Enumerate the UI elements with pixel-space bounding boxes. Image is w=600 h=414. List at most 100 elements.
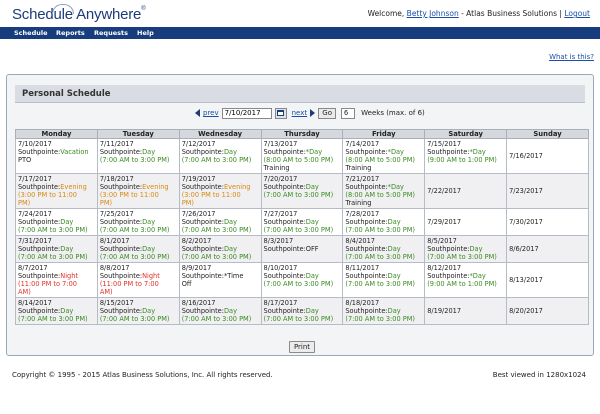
week-row: 7/17/2017 Southpointe:Evening (3:00 PM to … (15, 173, 589, 209)
shift-text: Evening (223, 183, 251, 191)
nav-schedule[interactable]: Schedule (14, 27, 48, 39)
nav-reports[interactable]: Reports (56, 27, 85, 39)
day-cell[interactable]: 7/12/2017 Southpointe:Day (7:00 AM to 3:00… (178, 138, 262, 174)
day-cell[interactable]: 8/20/2017 (506, 297, 589, 325)
weeks-input[interactable] (341, 107, 356, 119)
shift-text: Day (223, 218, 237, 226)
shift-text: Southpointe: (181, 218, 224, 226)
day-cell[interactable]: 8/17/2017 Southpointe:Day (7:00 AM to 3:00… (260, 297, 344, 325)
day-cell[interactable]: 8/18/2017 Southpointe:Day (7:00 AM to 3:00… (342, 297, 426, 325)
day-cell[interactable]: 8/19/2017 (424, 297, 508, 325)
panel-title: Personal Schedule (15, 85, 585, 103)
prev-link[interactable]: prev (203, 109, 219, 117)
what-is-this-link[interactable]: What is this? (549, 53, 594, 61)
shift-text: Evening (142, 183, 169, 191)
shift-text: Day (142, 245, 156, 253)
day-cell[interactable]: 8/16/2017 Southpointe:Day (7:00 AM to 3:00… (178, 297, 262, 325)
shift-text: Day (387, 307, 401, 315)
day-cell[interactable]: 7/14/2017 Southpointe:*Day (8:00 AM to 5:0… (342, 138, 426, 174)
shift-text: Day (387, 272, 401, 280)
day-cell[interactable]: 7/24/2017 Southpointe:Day (7:00 AM to 3:00… (15, 208, 98, 236)
logout-link[interactable]: Logout (564, 9, 590, 18)
day-cell[interactable]: 7/31/2017 Southpointe:Day (7:00 AM to 3:00… (15, 235, 98, 263)
shift-text: *Day (469, 148, 486, 156)
day-cell[interactable]: 7/22/2017 (424, 173, 508, 209)
day-cell[interactable]: 7/16/2017 (506, 138, 589, 174)
day-cell[interactable]: 8/3/2017 Southpointe:OFF (260, 235, 344, 263)
cell-date: 7/20/2017 (263, 175, 298, 183)
day-cell[interactable]: 8/15/2017 Southpointe:Day (7:00 AM to 3:00… (96, 297, 180, 325)
shift-text: (7:00 AM to 3:00 PM) (345, 226, 416, 234)
calendar-button[interactable] (274, 107, 287, 119)
nav-requests[interactable]: Requests (94, 27, 128, 39)
day-cell[interactable]: 7/20/2017 Southpointe:Day (7:00 AM to 3:00… (260, 173, 344, 209)
cell-date: 8/10/2017 (263, 264, 298, 272)
day-cell[interactable]: 7/11/2017 Southpointe:Day (7:00 AM to 3:00… (96, 138, 180, 174)
shift-text: (3:00 PM to 11:00 (99, 191, 159, 199)
cell-date: 8/6/2017 (509, 245, 539, 253)
nav-help[interactable]: Help (137, 27, 154, 39)
day-cell[interactable]: 8/1/2017 Southpointe:Day (7:00 AM to 3:00 … (96, 235, 180, 263)
day-cell[interactable]: 8/8/2017 Southpointe:Night (11:00 PM to 7:… (96, 262, 180, 298)
day-cell[interactable]: 8/9/2017 Southpointe:*Time Off (178, 262, 262, 298)
day-cell[interactable]: 8/11/2017 Southpointe:Day (7:00 AM to 3:00… (342, 262, 426, 298)
shift-text: Southpointe: (18, 218, 61, 226)
day-cell[interactable]: 7/10/2017 Southpointe:Vacation PTO (15, 138, 98, 174)
day-header-sunday: Sunday (506, 129, 589, 139)
day-cell[interactable]: 7/18/2017 Southpointe:Evening (3:00 PM to … (96, 173, 180, 209)
schedule-body: 7/10/2017 Southpointe:Vacation PTO 7/11/201… (15, 138, 589, 325)
print-button[interactable]: Print (289, 341, 315, 353)
shift-text: Day (142, 307, 156, 315)
day-cell[interactable]: 8/14/2017 Southpointe:Day (7:00 AM to 3:00… (15, 297, 98, 325)
day-cell[interactable]: 7/27/2017 Southpointe:Day (7:00 AM to 3:00… (260, 208, 344, 236)
go-button[interactable]: Go (318, 107, 337, 119)
next-link[interactable]: next (292, 109, 308, 117)
shift-text: (9:00 AM to 1:00 PM) (427, 156, 497, 164)
day-cell[interactable]: 7/25/2017 Southpointe:Day (7:00 AM to 3:00… (96, 208, 180, 236)
date-input[interactable] (221, 107, 272, 119)
shift-text: Day (142, 218, 156, 226)
day-cell[interactable]: 7/29/2017 (424, 208, 508, 236)
day-cell[interactable]: 7/30/2017 (506, 208, 589, 236)
cell-date: 7/22/2017 (427, 187, 462, 195)
shift-text: Southpointe: (18, 183, 61, 191)
day-cell[interactable]: 8/6/2017 (506, 235, 589, 263)
user-name-link[interactable]: Betty Johnson (407, 9, 459, 18)
day-cell[interactable]: 8/5/2017 Southpointe:Day (7:00 AM to 3:00 … (424, 235, 508, 263)
shift-text: (7:00 AM to 3:00 PM) (181, 315, 252, 323)
next-arrow-icon[interactable] (310, 109, 316, 117)
shift-text: PM) (181, 199, 194, 207)
day-cell[interactable]: 8/7/2017 Southpointe:Night (11:00 PM to 7:… (15, 262, 98, 298)
day-cell[interactable]: 7/28/2017 Southpointe:Day (7:00 AM to 3:00… (342, 208, 426, 236)
cell-date: 8/19/2017 (427, 307, 462, 315)
shift-text: (7:00 AM to 3:00 PM) (99, 156, 170, 164)
day-cell[interactable]: 7/26/2017 Southpointe:Day (7:00 AM to 3:00… (178, 208, 262, 236)
cell-date: 7/30/2017 (509, 218, 543, 226)
shift-text: Southpointe: (263, 272, 306, 280)
welcome-prefix: Welcome, (367, 9, 407, 18)
day-cell[interactable]: 7/15/2017 Southpointe:*Day (9:00 AM to 1:0… (424, 138, 508, 174)
day-cell[interactable]: 8/2/2017 Southpointe:Day (7:00 AM to 3:00 … (178, 235, 262, 263)
shift-text: Southpointe: (18, 272, 61, 280)
day-cell[interactable]: 8/10/2017 Southpointe:Day (7:00 AM to 3:00… (260, 262, 344, 298)
day-cell[interactable]: 7/13/2017 Southpointe:*Day (8:00 AM to 5:0… (260, 138, 344, 174)
shift-text: Southpointe: (99, 245, 143, 253)
cell-date: 7/16/2017 (509, 152, 543, 160)
prev-arrow-icon[interactable] (195, 109, 200, 117)
shift-text: Training (263, 164, 290, 172)
day-cell[interactable]: 7/23/2017 (506, 173, 589, 209)
shift-text: PM) (99, 199, 113, 207)
day-cell[interactable]: 8/13/2017 (506, 262, 589, 298)
weeks-label: Weeks (max. of 6) (361, 109, 425, 117)
shift-text: Southpointe: (263, 218, 306, 226)
shift-text: Southpointe: (263, 148, 306, 156)
cell-date: 8/20/2017 (509, 307, 543, 315)
day-cell[interactable]: 8/4/2017 Southpointe:Day (7:00 AM to 3:00 … (342, 235, 426, 263)
shift-text: Southpointe: (345, 307, 388, 315)
day-cell[interactable]: 7/19/2017 Southpointe:Evening (3:00 PM to … (178, 173, 262, 209)
day-cell[interactable]: 7/17/2017 Southpointe:Evening (3:00 PM to … (15, 173, 98, 209)
shift-text: Southpointe: (345, 218, 388, 226)
day-cell[interactable]: 8/12/2017 Southpointe:*Day (9:00 AM to 1:0… (424, 262, 508, 298)
day-cell[interactable]: 7/21/2017 Southpointe:*Day (8:00 AM to 5:0… (342, 173, 426, 209)
shift-text: Southpointe: (427, 148, 470, 156)
